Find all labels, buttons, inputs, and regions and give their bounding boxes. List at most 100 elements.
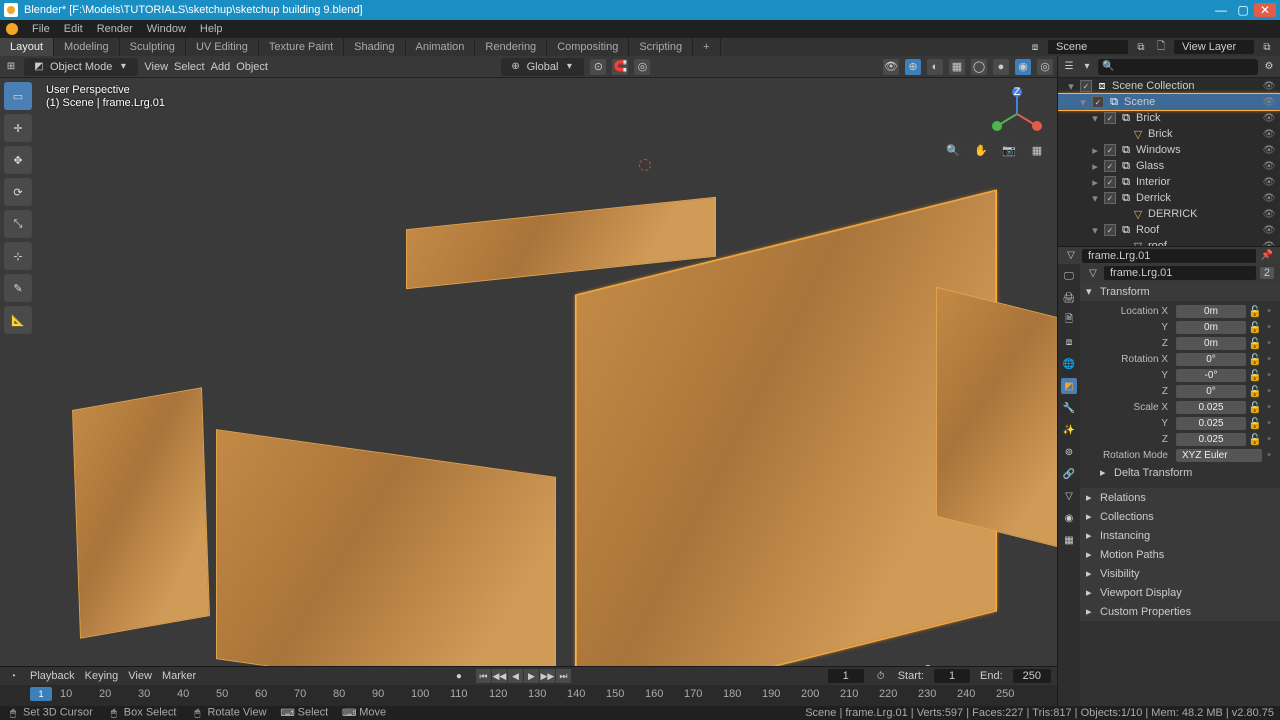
scale-z-field[interactable]: 0.025 xyxy=(1176,433,1246,446)
lock-icon[interactable]: 🔓 xyxy=(1248,353,1262,366)
outliner-row[interactable]: ▾✓⧉Roof👁 xyxy=(1058,222,1280,238)
visibility-icon[interactable]: 👁 xyxy=(1262,209,1276,220)
current-frame-field[interactable]: 1 xyxy=(828,669,864,683)
lock-icon[interactable]: 🔓 xyxy=(1248,433,1262,446)
menu-render[interactable]: Render xyxy=(97,23,133,35)
prop-tab-texture[interactable]: ▦ xyxy=(1061,532,1077,548)
collection-checkbox[interactable]: ✓ xyxy=(1104,160,1116,172)
tool-transform[interactable]: ⊹ xyxy=(4,242,32,270)
tool-rotate[interactable]: ⟳ xyxy=(4,178,32,206)
jump-end-button[interactable]: ⏭ xyxy=(556,669,572,683)
prop-tab-output[interactable]: 🖨 xyxy=(1061,290,1077,306)
jump-start-button[interactable]: ⏮ xyxy=(476,669,492,683)
lock-icon[interactable]: 🔓 xyxy=(1248,337,1262,350)
rotation-x-field[interactable]: 0° xyxy=(1176,353,1246,366)
panel-motion-paths[interactable]: ▸Motion Paths xyxy=(1080,545,1280,564)
pivot-button[interactable]: ⊙ xyxy=(590,59,606,75)
workspace-tab-layout[interactable]: Layout xyxy=(0,38,54,56)
lock-icon[interactable]: 🔓 xyxy=(1248,369,1262,382)
viewport-menu-add[interactable]: Add xyxy=(211,61,231,73)
lock-icon[interactable]: 🔓 xyxy=(1248,385,1262,398)
end-frame-field[interactable]: 250 xyxy=(1013,669,1051,683)
playhead[interactable]: 1 xyxy=(30,687,52,701)
keyframe-next-button[interactable]: ▶▶ xyxy=(540,669,556,683)
scale-x-field[interactable]: 0.025 xyxy=(1176,401,1246,414)
display-mode-icon[interactable]: ▾ xyxy=(1080,60,1094,74)
tool-cursor[interactable]: ✛ xyxy=(4,114,32,142)
prop-tab-physics[interactable]: ⊚ xyxy=(1061,444,1077,460)
timeline-playback-menu[interactable]: Playback xyxy=(30,670,75,682)
navigation-gizmo[interactable]: Z xyxy=(987,84,1047,144)
snap-button[interactable]: 🧲 xyxy=(612,59,628,75)
location-z-field[interactable]: 0m xyxy=(1176,337,1246,350)
workspace-tab-+[interactable]: + xyxy=(693,38,720,56)
play-reverse-button[interactable]: ◀ xyxy=(508,669,524,683)
outliner-search-input[interactable] xyxy=(1115,61,1254,73)
visibility-icon[interactable]: 👁 xyxy=(1262,97,1276,108)
object-name-field[interactable]: frame.Lrg.01 xyxy=(1104,266,1256,280)
workspace-tab-rendering[interactable]: Rendering xyxy=(475,38,547,56)
start-frame-field[interactable]: 1 xyxy=(934,669,970,683)
prop-tab-viewlayer[interactable]: 🗎 xyxy=(1061,312,1077,328)
expand-icon[interactable]: ▸ xyxy=(1090,144,1100,157)
collection-checkbox[interactable]: ✓ xyxy=(1080,80,1092,92)
visibility-icon[interactable]: 👁 xyxy=(1262,129,1276,140)
orientation-selector[interactable]: ⊕ Global ▾ xyxy=(501,58,585,76)
lock-icon[interactable]: 🔓 xyxy=(1248,305,1262,318)
menu-edit[interactable]: Edit xyxy=(64,23,83,35)
outliner-row[interactable]: ▾✓⧉Scene👁 xyxy=(1058,94,1280,110)
outliner-row[interactable]: ▾✓⧉Brick👁 xyxy=(1058,110,1280,126)
visibility-icon[interactable]: 👁 xyxy=(1262,225,1276,236)
lock-icon[interactable]: 🔓 xyxy=(1248,401,1262,414)
panel-delta-transform[interactable]: ▸Delta Transform xyxy=(1086,463,1274,482)
prop-tab-modifiers[interactable]: 🔧 xyxy=(1061,400,1077,416)
timeline-keying-menu[interactable]: Keying xyxy=(85,670,119,682)
prop-tab-render[interactable]: 🖵 xyxy=(1061,268,1077,284)
location-x-field[interactable]: 0m xyxy=(1176,305,1246,318)
collection-checkbox[interactable]: ✓ xyxy=(1104,112,1116,124)
preview-range-icon[interactable]: ⏱ xyxy=(874,669,888,683)
outliner-row[interactable]: ▸✓⧉Interior👁 xyxy=(1058,174,1280,190)
timeline-ruler[interactable]: 1 10203040506070809010011012013014015016… xyxy=(0,685,1057,706)
workspace-tab-compositing[interactable]: Compositing xyxy=(547,38,629,56)
panel-relations[interactable]: ▸Relations xyxy=(1080,488,1280,507)
autokey-button[interactable]: ● xyxy=(452,669,466,683)
rotation-y-field[interactable]: -0° xyxy=(1176,369,1246,382)
workspace-tab-uv-editing[interactable]: UV Editing xyxy=(186,38,259,56)
ortho-button[interactable]: ▦ xyxy=(1027,140,1047,160)
outliner-row[interactable]: ▸✓⧉Windows👁 xyxy=(1058,142,1280,158)
outliner-row[interactable]: ▸✓⧉Glass👁 xyxy=(1058,158,1280,174)
menu-file[interactable]: File xyxy=(32,23,50,35)
overlay-button[interactable]: ◐ xyxy=(927,59,943,75)
workspace-tab-sculpting[interactable]: Sculpting xyxy=(120,38,186,56)
3d-viewport[interactable]: User Perspective (1) Scene | frame.Lrg.0… xyxy=(36,78,1057,666)
rotation-z-field[interactable]: 0° xyxy=(1176,385,1246,398)
collection-checkbox[interactable]: ✓ xyxy=(1104,224,1116,236)
outliner-row[interactable]: ▽roof👁 xyxy=(1058,238,1280,246)
scale-y-field[interactable]: 0.025 xyxy=(1176,417,1246,430)
expand-icon[interactable]: ▸ xyxy=(1090,160,1100,173)
timeline-editor-icon[interactable]: ◔ xyxy=(6,669,20,683)
workspace-tab-modeling[interactable]: Modeling xyxy=(54,38,120,56)
prop-tab-data[interactable]: ▽ xyxy=(1061,488,1077,504)
keyframe-prev-button[interactable]: ◀◀ xyxy=(492,669,508,683)
close-button[interactable]: ✕ xyxy=(1254,3,1276,17)
outliner-row[interactable]: ▾✓⧉Derrick👁 xyxy=(1058,190,1280,206)
visibility-button[interactable]: 👁 xyxy=(883,59,899,75)
menu-window[interactable]: Window xyxy=(147,23,186,35)
shading-lookdev-button[interactable]: ◉ xyxy=(1015,59,1031,75)
scene-field[interactable]: Scene xyxy=(1048,40,1128,54)
expand-icon[interactable]: ▾ xyxy=(1078,96,1088,109)
expand-icon[interactable]: ▾ xyxy=(1066,80,1076,93)
panel-custom-properties[interactable]: ▸Custom Properties xyxy=(1080,602,1280,621)
workspace-tab-scripting[interactable]: Scripting xyxy=(629,38,693,56)
outliner-row[interactable]: ▽DERRICK👁 xyxy=(1058,206,1280,222)
visibility-icon[interactable]: 👁 xyxy=(1262,81,1276,92)
tool-annotate[interactable]: ✎ xyxy=(4,274,32,302)
active-object-name[interactable]: frame.Lrg.01 xyxy=(1082,249,1256,263)
workspace-tab-shading[interactable]: Shading xyxy=(344,38,405,56)
maximize-button[interactable]: ▢ xyxy=(1232,3,1254,17)
expand-icon[interactable]: ▾ xyxy=(1090,224,1100,237)
outliner-row[interactable]: ▽Brick👁 xyxy=(1058,126,1280,142)
viewport-menu-select[interactable]: Select xyxy=(174,61,205,73)
